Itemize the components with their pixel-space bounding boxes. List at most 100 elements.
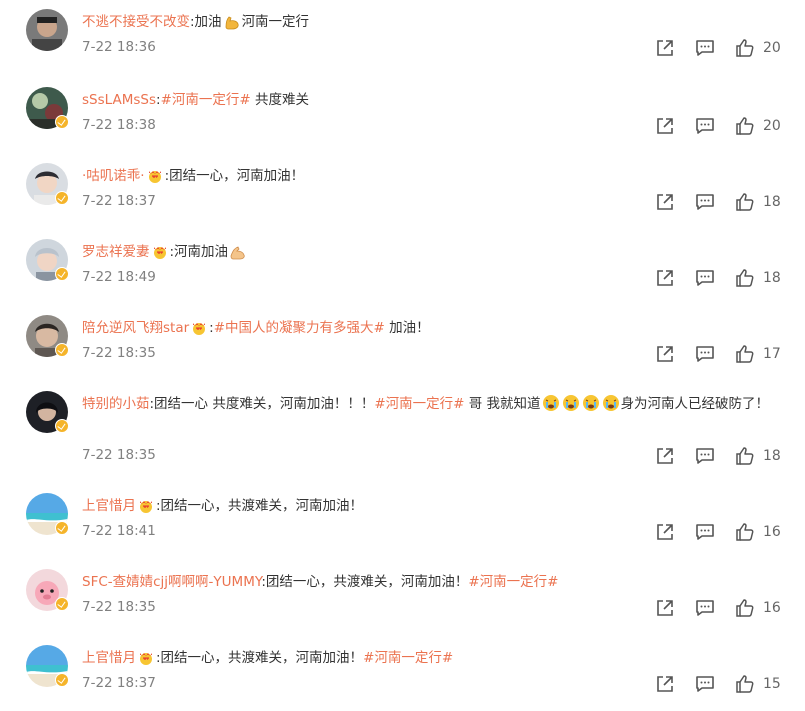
comment-text: 特别的小茹:团结一心 共度难关，河南加油！！！#河南一定行# 哥 我就知道 身为河…: [82, 391, 782, 417]
like-count: 18: [763, 194, 781, 210]
comment-text-segment: :团结一心 共度难关，河南加油！！！: [149, 396, 375, 412]
thumbs-up-icon[interactable]: [735, 268, 755, 288]
comment-text: 不逃不接受不改变:加油 河南一定行: [82, 9, 782, 35]
comment-text: 上官惜月:团结一心，共渡难关，河南加油！#河南一定行#: [82, 645, 782, 671]
avatar[interactable]: [26, 645, 69, 687]
topic-hashtag-link[interactable]: #河南一定行#: [161, 92, 251, 108]
avatar[interactable]: [26, 315, 69, 357]
comment-body: :团结一心，共渡难关，河南加油！#河南一定行#: [136, 650, 453, 666]
comment-time: 7-22 18:36: [82, 39, 156, 55]
avatar[interactable]: [26, 87, 69, 129]
avatar[interactable]: [26, 9, 68, 51]
comment-time: 7-22 18:37: [82, 675, 156, 691]
comment-text-segment: 加油！: [384, 320, 430, 336]
comment-time: 7-22 18:35: [82, 599, 156, 615]
comment-username[interactable]: 不逃不接受不改变: [82, 14, 190, 30]
comment-username[interactable]: 罗志祥爱妻: [82, 244, 150, 260]
share-icon[interactable]: [655, 598, 675, 618]
share-icon[interactable]: [655, 192, 675, 212]
share-icon[interactable]: [655, 522, 675, 542]
comment-time: 7-22 18:38: [82, 117, 156, 133]
share-icon[interactable]: [655, 116, 675, 136]
comment-text: 罗志祥爱妻 :河南加油: [82, 239, 782, 265]
comment-actions: 17: [605, 344, 805, 366]
crying-emoji-icon: [542, 395, 559, 411]
comment-text-segment: 共度难关: [250, 92, 309, 108]
topic-hashtag-link[interactable]: #河南一定行#: [374, 396, 464, 412]
comment-text-segment: :河南加油: [169, 244, 229, 260]
comment-text-segment: :加油: [190, 14, 222, 30]
comment-username[interactable]: 特别的小茹: [82, 396, 150, 412]
thumbs-up-icon[interactable]: [735, 522, 755, 542]
comment-text: 上官惜月 :团结一心，共渡难关，河南加油！: [82, 493, 782, 519]
verified-badge-icon: [55, 343, 69, 357]
comment-body: :团结一心，共渡难关，河南加油！#河南一定行#: [261, 574, 558, 590]
comment-actions: 18: [605, 268, 805, 290]
crying-emoji-icon: [582, 395, 599, 411]
like-count: 20: [763, 40, 781, 56]
comment-icon[interactable]: [695, 38, 715, 58]
verified-badge-icon: [55, 597, 69, 611]
thumbs-up-icon[interactable]: [735, 446, 755, 466]
verified-badge-icon: [55, 267, 69, 281]
comment-body: :#河南一定行# 共度难关: [156, 92, 309, 108]
avatar[interactable]: [26, 163, 69, 205]
avatar[interactable]: [26, 239, 69, 281]
like-count: 20: [763, 118, 781, 134]
comment-username[interactable]: ·咕叽诺乖·: [82, 168, 145, 184]
share-icon[interactable]: [655, 446, 675, 466]
muscle-emoji-icon: [230, 246, 245, 260]
thumbs-up-icon[interactable]: [735, 674, 755, 694]
like-count: 18: [763, 448, 781, 464]
avatar[interactable]: [26, 493, 69, 535]
avatar[interactable]: [26, 391, 69, 433]
comment-icon[interactable]: [695, 522, 715, 542]
topic-hashtag-link[interactable]: #河南一定行#: [468, 574, 558, 590]
avatar-image: [26, 9, 68, 51]
comment-icon[interactable]: [695, 192, 715, 212]
verified-badge-icon: [55, 521, 69, 535]
topic-hashtag-link[interactable]: #河南一定行#: [363, 650, 453, 666]
comment-body: :团结一心，共渡难关，河南加油！: [136, 498, 363, 514]
comment-body: :#中国人的凝聚力有多强大# 加油！: [189, 320, 430, 336]
comment-body: :加油 河南一定行: [190, 14, 309, 30]
comment-body: :团结一心，河南加油！: [145, 168, 304, 184]
like-count: 16: [763, 524, 781, 540]
comment-username[interactable]: 上官惜月: [82, 650, 136, 666]
comment-text: sSsLAMsSs:#河南一定行# 共度难关: [82, 87, 782, 113]
comment-text: ·咕叽诺乖·:团结一心，河南加油！: [82, 163, 782, 189]
share-icon[interactable]: [655, 674, 675, 694]
comment-text-segment: :团结一心，共渡难关，河南加油！: [261, 574, 469, 590]
crown-heart-emoji-icon: [153, 247, 166, 259]
thumbs-up-icon[interactable]: [735, 38, 755, 58]
thumbs-up-icon[interactable]: [735, 598, 755, 618]
share-icon[interactable]: [655, 268, 675, 288]
comment-username[interactable]: 陪允逆风飞翔star: [82, 320, 189, 336]
comment-username[interactable]: SFC-查婧婧cjj啊啊啊-YUMMY: [82, 574, 261, 590]
comment-text-segment: :团结一心，共渡难关，河南加油！: [156, 498, 364, 514]
thumbs-up-icon[interactable]: [735, 344, 755, 364]
thumbs-up-icon[interactable]: [735, 192, 755, 212]
avatar[interactable]: [26, 569, 69, 611]
comment-actions: 16: [605, 598, 805, 620]
like-count: 16: [763, 600, 781, 616]
comment-text: SFC-查婧婧cjj啊啊啊-YUMMY:团结一心，共渡难关，河南加油！#河南一定…: [82, 569, 782, 595]
comment-time: 7-22 18:37: [82, 193, 156, 209]
comment-icon[interactable]: [695, 446, 715, 466]
comment-icon[interactable]: [695, 598, 715, 618]
share-icon[interactable]: [655, 344, 675, 364]
crown-heart-emoji-icon: [193, 323, 206, 335]
topic-hashtag-link[interactable]: #中国人的凝聚力有多强大#: [214, 320, 385, 336]
comment-username[interactable]: 上官惜月: [82, 498, 136, 514]
verified-badge-icon: [55, 191, 69, 205]
verified-badge-icon: [55, 419, 69, 433]
share-icon[interactable]: [655, 38, 675, 58]
comment-icon[interactable]: [695, 116, 715, 136]
comment-username[interactable]: sSsLAMsSs: [82, 92, 156, 108]
thumbs-up-icon[interactable]: [735, 116, 755, 136]
comment-actions: 18: [605, 192, 805, 214]
comment-icon[interactable]: [695, 268, 715, 288]
comment-icon[interactable]: [695, 344, 715, 364]
comment-body: :团结一心 共度难关，河南加油！！！#河南一定行# 哥 我就知道 身为河南人已经破…: [149, 395, 769, 412]
comment-icon[interactable]: [695, 674, 715, 694]
